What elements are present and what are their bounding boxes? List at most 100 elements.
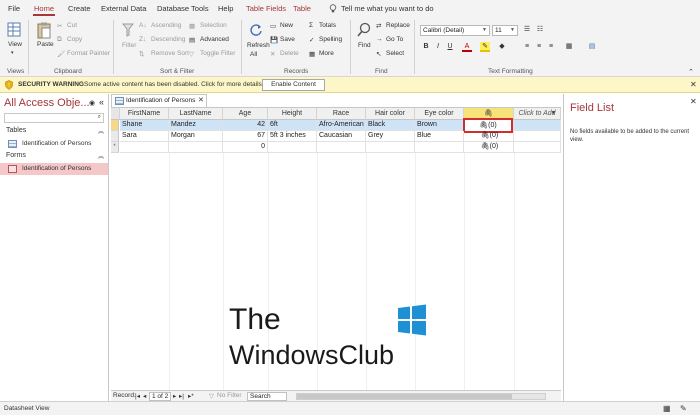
spelling-icon[interactable]: ✓ [309,36,314,44]
table-cell[interactable]: Caucasian [317,131,366,142]
tab-external-data[interactable]: External Data [101,4,146,13]
view-icon[interactable] [7,22,21,40]
nav-search-input[interactable]: ⌕ [4,113,104,123]
italic-button[interactable]: I [433,42,443,52]
toggle-filter-button[interactable]: Toggle Filter [200,50,235,57]
table-cell[interactable] [317,142,366,153]
table-cell[interactable] [120,142,169,153]
tab-home[interactable]: Home [32,4,56,16]
tab-file[interactable]: File [8,4,20,13]
table-cell[interactable]: 5ft 3 inches [268,131,317,142]
copy-icon[interactable]: ⧉ [57,36,62,44]
close-icon[interactable]: ✕ [690,80,697,89]
table-cell[interactable]: Morgan [169,131,223,142]
bullets-icon[interactable]: ☰ [522,25,532,35]
table-cell[interactable] [268,142,317,153]
more-icon[interactable]: ▦ [309,50,315,58]
first-record-icon[interactable]: |◂ [135,392,140,400]
table-cell[interactable]: 0 [223,142,268,153]
new-record-marker[interactable]: * [111,142,119,153]
align-left-icon[interactable]: ≡ [522,42,532,52]
table-cell[interactable] [169,142,223,153]
refresh-icon[interactable] [249,23,263,39]
view-button[interactable]: View [8,41,22,48]
delete-button[interactable]: Delete [280,50,299,57]
column-header-hair-color[interactable]: Hair color [366,108,415,120]
close-icon[interactable]: ✕ [690,97,697,106]
nav-pane-title[interactable]: All Access Obje... [4,97,90,109]
font-color-button[interactable]: A [462,42,472,52]
attachment-cell[interactable]: 🖇(0) [464,142,514,153]
brush-icon[interactable]: 🖌 [57,50,65,58]
scrollbar-thumb[interactable] [297,394,512,399]
remove-sort-button[interactable]: Remove Sort [151,50,189,57]
document-tab[interactable]: Identification of Persons [111,94,207,107]
goto-button[interactable]: Go To [386,36,403,43]
selection-icon[interactable]: ▦ [189,22,195,30]
new-button[interactable]: New [280,22,293,29]
tab-database-tools[interactable]: Database Tools [157,4,209,13]
new-record-nav-icon[interactable]: ▸* [188,392,194,400]
select-button[interactable]: Select [386,50,404,57]
font-size-dropdown[interactable]: 11 ▼ [492,25,518,36]
table-cell[interactable] [514,120,561,131]
no-filter-button[interactable]: No Filter [217,392,242,399]
remove-sort-icon[interactable]: ⇅ [139,50,144,58]
close-tab-icon[interactable]: ✕ [198,96,204,104]
nav-section-forms[interactable]: Forms [6,152,26,159]
table-cell[interactable]: Mandez [169,120,223,131]
chevron-up-icon[interactable]: ︽ [98,151,104,160]
horizontal-scrollbar[interactable] [296,393,546,400]
column-header-age[interactable]: Age [223,108,268,120]
next-record-icon[interactable]: ▸ [173,392,176,400]
tab-create[interactable]: Create [68,4,91,13]
tell-me-search[interactable]: Tell me what you want to do [341,4,434,13]
advanced-button[interactable]: Advanced [200,36,229,43]
table-cell[interactable] [366,142,415,153]
align-right-icon[interactable]: ≡ [546,42,556,52]
selection-button[interactable]: Selection [200,22,227,29]
table-cell[interactable]: 42 [223,120,268,131]
filter-button[interactable]: Filter [122,42,136,49]
table-cell[interactable]: Sara [120,131,169,142]
security-warning-message[interactable]: Some active content has been disabled. C… [84,81,264,88]
table-cell[interactable] [415,142,464,153]
tab-help[interactable]: Help [218,4,233,13]
attachment-cell[interactable]: 🖇(0) [464,131,514,142]
table-cell[interactable]: 67 [223,131,268,142]
column-header-height[interactable]: Height [268,108,317,120]
save-button[interactable]: Save [280,36,295,43]
replace-button[interactable]: Replace [386,22,410,29]
advanced-filter-icon[interactable]: ▤ [189,36,195,44]
table-cell[interactable] [514,142,561,153]
column-header-lastname[interactable]: LastName [169,108,223,120]
highlight-icon[interactable]: ✎ [480,42,490,52]
copy-button[interactable]: Copy [67,36,82,43]
design-view-icon[interactable]: ✎ [680,404,687,413]
table-cell[interactable] [514,131,561,142]
alternate-row-color-icon[interactable]: ▤ [587,42,597,52]
find-icon[interactable] [357,22,371,40]
table-cell[interactable]: Brown [415,120,464,131]
refresh-all-button[interactable]: All [250,51,257,58]
sort-descending-icon[interactable]: Z↓ [139,36,146,43]
filter-icon[interactable] [121,23,135,39]
nav-item-table[interactable]: Identification of Persons [0,138,108,150]
table-cell[interactable]: Black [366,120,415,131]
cut-button[interactable]: Cut [67,22,77,29]
goto-icon[interactable]: → [376,36,383,43]
collapse-pane-icon[interactable]: « [99,97,104,107]
collapse-ribbon-icon[interactable]: ⌃ [688,68,694,76]
column-header-firstname[interactable]: FirstName [120,108,169,120]
tab-table-fields[interactable]: Table Fields [246,4,286,13]
numbering-icon[interactable]: ☷ [535,25,545,35]
find-button[interactable]: Find [358,42,371,49]
align-center-icon[interactable]: ≡ [534,42,544,52]
format-painter-button[interactable]: Format Painter [67,50,110,57]
row-selector[interactable] [111,131,119,142]
sort-ascending-icon[interactable]: A↓ [139,22,147,29]
font-name-dropdown[interactable]: Calibri (Detail) ▼ [420,25,490,36]
table-cell[interactable]: 6ft [268,120,317,131]
nav-section-tables[interactable]: Tables [6,127,26,134]
underline-button[interactable]: U [445,42,455,52]
